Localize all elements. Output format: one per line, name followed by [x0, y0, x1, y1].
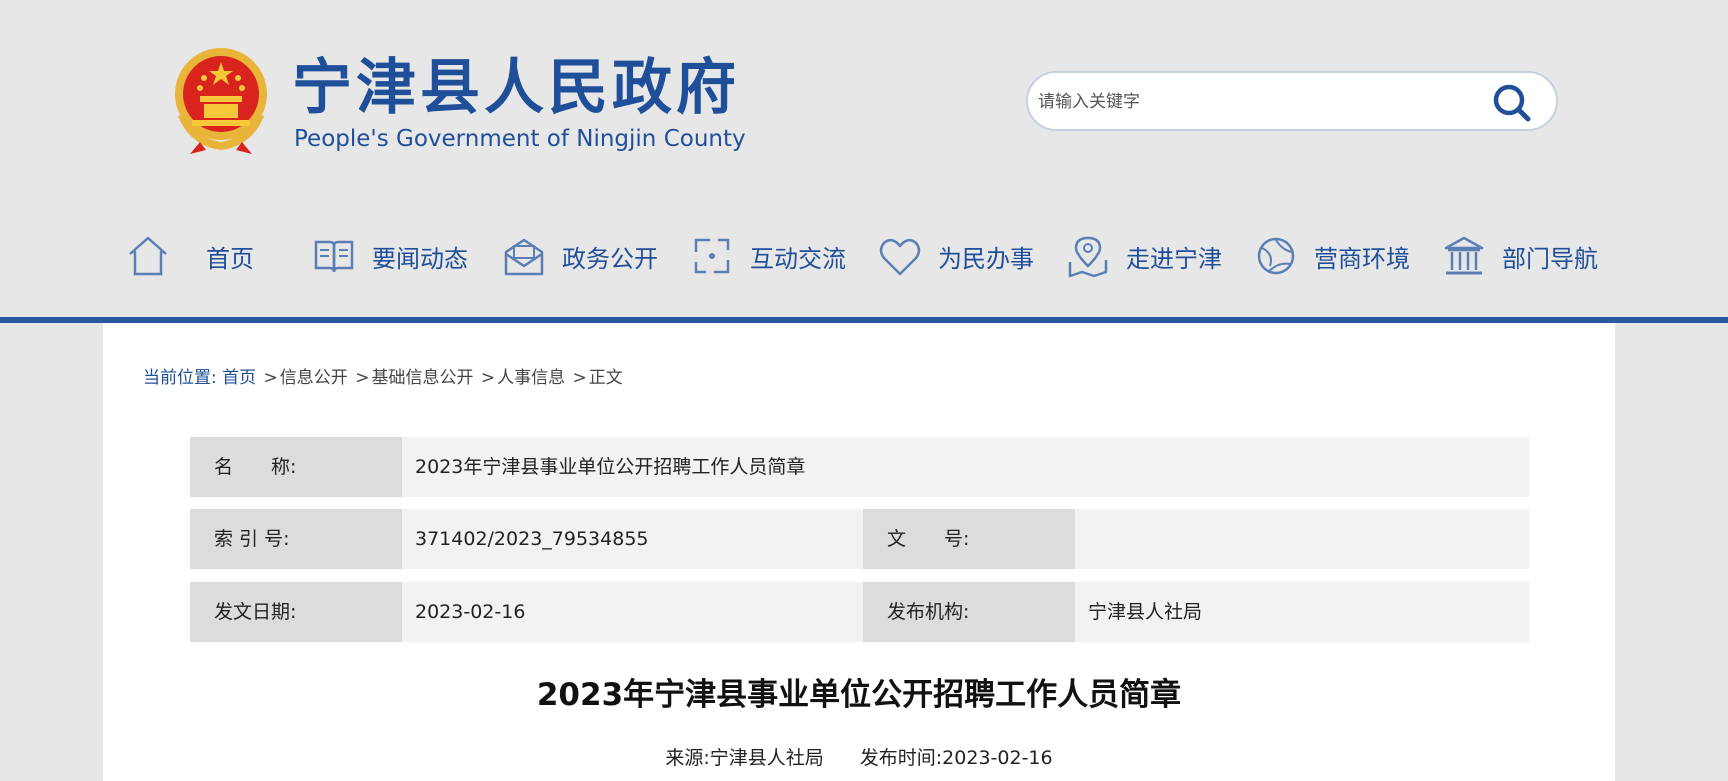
globe-icon	[1257, 237, 1295, 275]
info-value-org: 宁津县人社局	[1088, 601, 1203, 623]
info-row-name: 名 称: 2023年宁津县事业单位公开招聘工作人员简章	[190, 437, 1529, 497]
nav-item-gov-affairs[interactable]: 政务公开	[500, 228, 658, 284]
national-emblem-logo[interactable]	[170, 46, 272, 156]
nav-label: 部门导航	[1502, 244, 1598, 273]
nav-label: 为民办事	[938, 244, 1034, 273]
breadcrumb-separator: >	[263, 368, 278, 388]
breadcrumb-current: 正文	[588, 368, 623, 388]
site-title-en: People's Government of Ningjin County	[294, 126, 746, 152]
nav-label: 营商环境	[1314, 244, 1410, 273]
breadcrumb-personnel[interactable]: 人事信息	[497, 368, 565, 388]
nav-item-interaction[interactable]: 互动交流	[688, 228, 846, 284]
building-icon	[1444, 236, 1484, 275]
breadcrumb: 当前位置: 首页 > 信息公开 > 基础信息公开 > 人事信息 > 正文	[143, 363, 623, 388]
main-content: 当前位置: 首页 > 信息公开 > 基础信息公开 > 人事信息 > 正文 名 称: 20…	[103, 323, 1615, 781]
info-key-org: 发布机构:	[863, 582, 1075, 642]
breadcrumb-separator: >	[480, 368, 496, 388]
info-row-date: 发文日期: 2023-02-16 发布机构: 宁津县人社局	[190, 582, 1529, 642]
breadcrumb-separator: >	[355, 368, 370, 388]
mail-icon	[504, 238, 544, 276]
nav-item-departments[interactable]: 部门导航	[1440, 228, 1598, 284]
info-key-doc-number: 文 号:	[863, 509, 1075, 569]
main-nav: 首页 要闻动态 政务公开 互动交流 为民办事 走进宁津 营商环境 部门导航	[120, 228, 1620, 284]
site-title-cn: 宁津县人民政府	[292, 53, 740, 123]
info-value-index: 371402/2023_79534855	[415, 528, 649, 550]
site-header: 宁津县人民政府 People's Government of Ningjin C…	[0, 0, 1728, 318]
search-button[interactable]	[1470, 73, 1556, 129]
breadcrumb-label: 当前位置:	[143, 368, 217, 388]
nav-item-business-env[interactable]: 营商环境	[1252, 228, 1410, 284]
map-pin-icon	[1068, 236, 1108, 278]
news-book-icon	[314, 240, 354, 273]
nav-label: 要闻动态	[372, 244, 468, 273]
info-value-date: 2023-02-16	[415, 601, 526, 623]
nav-item-services[interactable]: 为民办事	[876, 228, 1034, 284]
article-title: 2023年宁津县事业单位公开招聘工作人员简章	[536, 677, 1182, 713]
info-row-index: 索 引 号: 371402/2023_79534855 文 号:	[190, 509, 1529, 569]
nav-label: 走进宁津	[1126, 244, 1222, 273]
home-icon	[129, 236, 167, 276]
search-icon	[1493, 84, 1531, 122]
interaction-icon	[694, 238, 730, 274]
info-key-date: 发文日期:	[190, 582, 402, 642]
nav-label: 互动交流	[750, 244, 846, 273]
nav-label: 首页	[206, 244, 254, 273]
nav-item-home[interactable]: 首页	[124, 228, 254, 284]
search-input[interactable]	[1036, 73, 1480, 129]
heart-icon	[879, 238, 921, 276]
article-source: 来源:宁津县人社局	[665, 747, 824, 769]
article-meta: 来源:宁津县人社局 发布时间:2023-02-16	[103, 743, 1615, 770]
info-key-name: 名 称:	[190, 437, 402, 497]
breadcrumb-separator: >	[572, 368, 587, 388]
breadcrumb-basic-info[interactable]: 基础信息公开	[371, 368, 473, 388]
info-value-name: 2023年宁津县事业单位公开招聘工作人员简章	[415, 456, 806, 478]
article-publish-time: 发布时间:2023-02-16	[859, 747, 1053, 769]
nav-item-news[interactable]: 要闻动态	[310, 228, 468, 284]
nav-label: 政务公开	[562, 244, 658, 273]
info-key-index: 索 引 号:	[190, 509, 402, 569]
nav-item-about-ningjin[interactable]: 走进宁津	[1064, 228, 1222, 284]
breadcrumb-home[interactable]: 首页	[222, 368, 256, 388]
breadcrumb-info-public[interactable]: 信息公开	[280, 368, 348, 388]
search-box	[1026, 71, 1558, 131]
